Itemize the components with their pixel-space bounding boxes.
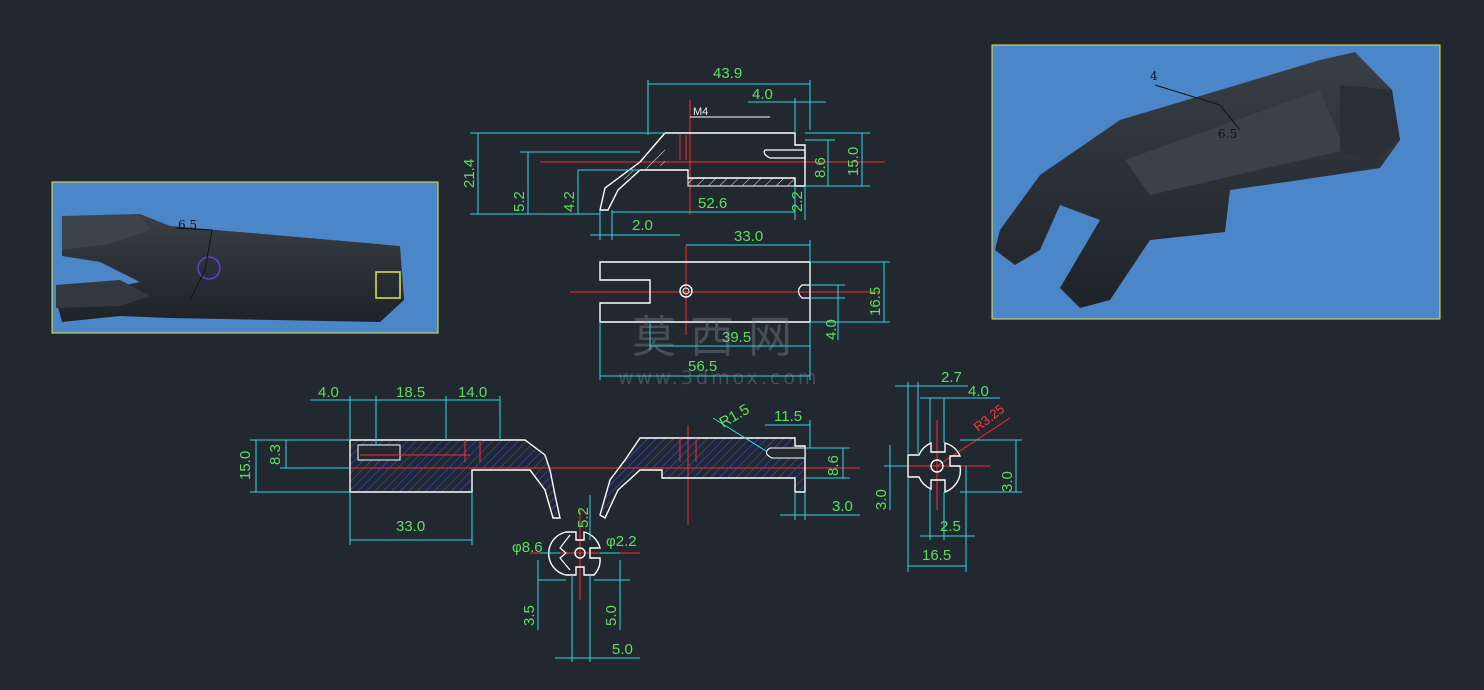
dim-length: 33.0 xyxy=(396,518,425,535)
watermark-cn: 莫西网 xyxy=(632,312,806,363)
dim-inner: 8.3 xyxy=(267,444,284,465)
dim-slot-width: 4.0 xyxy=(823,319,840,340)
dim-slot-offset: 4.0 xyxy=(752,86,773,103)
dim-radius: R1.5 xyxy=(717,401,753,432)
dim-right-h: 5.0 xyxy=(603,605,620,626)
section-view-left: 4.0 18.5 14.0 15.0 8.3 33.0 xyxy=(237,384,620,545)
dim-inner-w: 2.5 xyxy=(940,518,961,535)
dim-width: 16.5 xyxy=(867,287,884,316)
render-panel-right: 4 6.5 xyxy=(991,44,1441,320)
top-elevation-view: 43.9 4.0 M4 21.4 5.2 4.2 2.0 52.6 2.2 8.… xyxy=(461,65,885,240)
dim-tail: 2.2 xyxy=(789,191,806,212)
dim-slot-height: 8.6 xyxy=(812,157,829,178)
side-view-right: 2.7 4.0 R3.25 3.0 3.0 2.5 16.5 xyxy=(873,369,1022,572)
render-right-label-1: 4 xyxy=(1150,69,1158,83)
dim-radius: R3.25 xyxy=(971,401,1008,434)
dim-height-total: 21.4 xyxy=(461,159,478,188)
render-panel-left: 6.5 xyxy=(51,181,439,334)
cad-drawing-canvas: 6.5 4 6.5 43.9 4.0 M4 21.4 5.2 4.2 2.0 5… xyxy=(51,44,1441,662)
render-right-label-2: 6.5 xyxy=(1218,127,1237,141)
dim-lip-height: 5.2 xyxy=(511,191,528,212)
dim-key-h: 5.2 xyxy=(575,507,592,528)
watermark-url: www.3dmox.com xyxy=(618,367,819,389)
dim-right-h: 3.0 xyxy=(999,471,1016,492)
section-view-right: R1.5 11.5 8.6 3.0 xyxy=(590,401,860,525)
dim-b: 4.0 xyxy=(968,383,989,400)
dim-height: 15.0 xyxy=(237,451,254,480)
dim-inner-height: 4.2 xyxy=(561,191,578,212)
dim-lip-depth: 2.0 xyxy=(632,217,653,234)
dim-width: 16.5 xyxy=(922,547,951,564)
dim-end-height: 15.0 xyxy=(845,147,862,176)
dim-hole-offset: 33.0 xyxy=(734,228,763,245)
dim-a: 4.0 xyxy=(318,384,339,401)
end-view-bottom: φ8.6 φ2.2 5.2 3.5 5.0 5.0 xyxy=(512,495,640,662)
dim-body-length: 52.6 xyxy=(698,195,727,212)
render-left-label: 6.5 xyxy=(178,218,197,232)
dim-slot-len: 11.5 xyxy=(774,408,802,425)
dim-diam-inner: φ2.2 xyxy=(606,533,637,550)
dim-a: 2.7 xyxy=(941,369,962,386)
dim-left-h: 3.0 xyxy=(873,489,890,510)
dim-left-h: 3.5 xyxy=(521,605,538,626)
dim-foot: 3.0 xyxy=(832,498,853,515)
dim-c: 14.0 xyxy=(458,384,487,401)
watermark: 莫西网 www.3dmox.com xyxy=(618,312,819,389)
thread-label: M4 xyxy=(693,106,708,118)
side-profile xyxy=(907,441,962,493)
dim-bottom-w: 5.0 xyxy=(612,641,633,658)
dim-b: 18.5 xyxy=(396,384,425,401)
dim-slot-h: 8.6 xyxy=(825,455,842,476)
dim-overall-width: 43.9 xyxy=(713,65,742,82)
dim-diam-outer: φ8.6 xyxy=(512,539,543,556)
